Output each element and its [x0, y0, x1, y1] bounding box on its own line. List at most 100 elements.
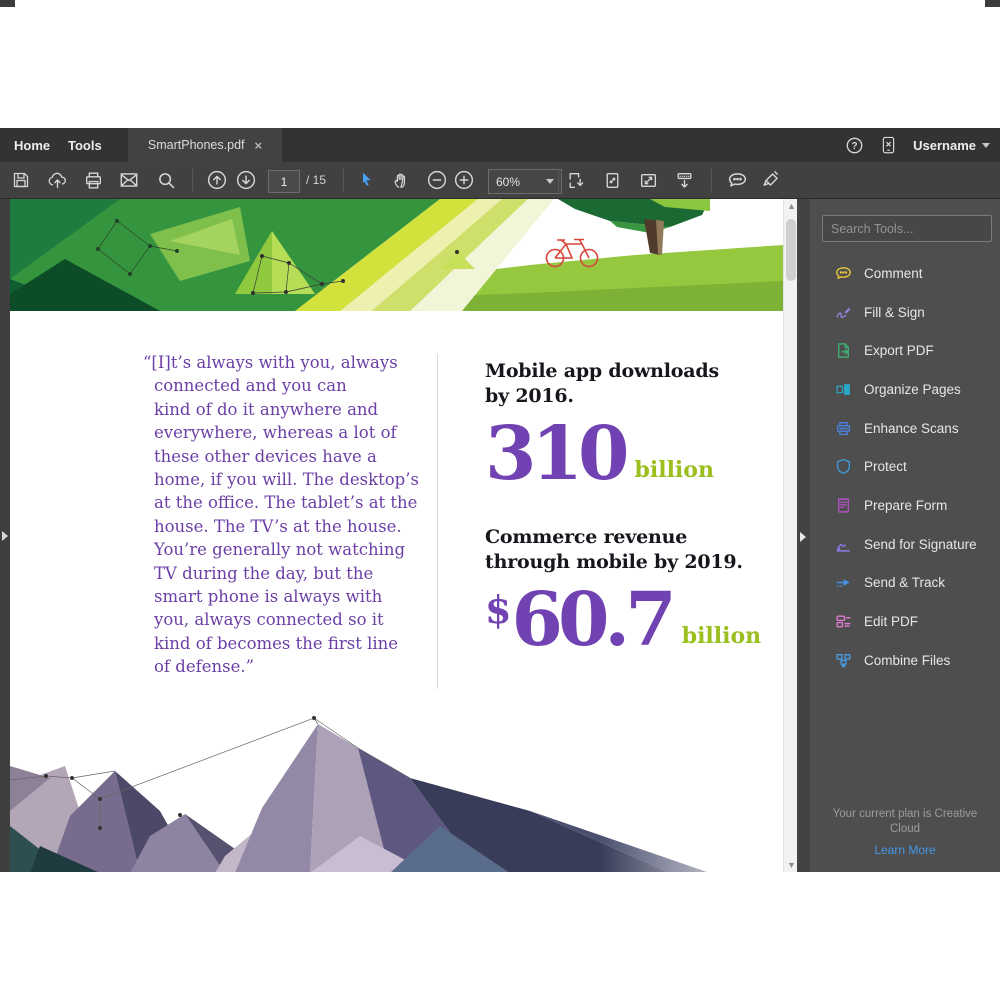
sidebar-tool-item[interactable]: Combine Files [810, 641, 1000, 680]
sidebar-tool-item[interactable]: Organize Pages [810, 370, 1000, 409]
scroll-up-icon[interactable]: ▲ [787, 202, 795, 210]
select-tool-button[interactable] [352, 166, 380, 194]
tab-tools[interactable]: Tools [68, 128, 102, 162]
search-tools-input[interactable] [822, 215, 992, 242]
tab-home-label: Home [14, 138, 50, 153]
find-button[interactable] [152, 166, 180, 194]
print-button[interactable] [79, 166, 107, 194]
zoom-in-button[interactable] [450, 166, 478, 194]
stat-heading: Mobile app downloads by 2016. [485, 359, 783, 409]
expand-left-panel-icon[interactable] [2, 531, 8, 541]
next-page-button[interactable] [232, 166, 260, 194]
sidebar-tool-item[interactable]: Prepare Form [810, 486, 1000, 525]
screenshot-root: Home Tools SmartPhones.pdf × ? [0, 0, 1000, 1000]
scrollbar-thumb[interactable] [786, 219, 796, 281]
fit-width-button[interactable] [670, 166, 698, 194]
cloud-upload-icon [47, 170, 68, 191]
zoom-level-dropdown[interactable]: 60% [488, 169, 562, 194]
sidebar-tool-label: Export PDF [864, 343, 934, 358]
left-panel-strip[interactable] [0, 199, 10, 872]
comment-icon [834, 264, 853, 283]
zoom-out-button[interactable] [423, 166, 451, 194]
acrobat-window: Home Tools SmartPhones.pdf × ? [0, 128, 1000, 872]
tab-bar: Home Tools SmartPhones.pdf × ? [0, 128, 1000, 162]
fit-width-icon [674, 170, 695, 191]
username-menu[interactable]: Username [913, 138, 990, 153]
document-viewport: “[I]t’s always with you, always connecte… [0, 199, 1000, 872]
svg-text:?: ? [852, 140, 858, 151]
sidebar-tool-item[interactable]: Comment [810, 254, 1000, 293]
mobile-device-icon [880, 135, 897, 156]
highlight-tool-button[interactable] [757, 166, 785, 194]
email-button[interactable] [115, 166, 143, 194]
edit-pdf-icon [834, 612, 853, 631]
main-toolbar: / 15 6 [0, 162, 1000, 199]
page-number-input[interactable] [268, 170, 300, 193]
organize-pages-icon [834, 380, 853, 399]
collapse-right-panel-icon[interactable] [800, 532, 806, 542]
stat-heading: Commerce revenue through mobile by 2019. [485, 525, 783, 575]
printer-icon [83, 170, 104, 191]
hand-icon [391, 170, 412, 191]
stat-unit: billion [682, 623, 761, 653]
sidebar-tool-item[interactable]: Export PDF [810, 331, 1000, 370]
sidebar-tool-item[interactable]: Send for Signature [810, 525, 1000, 564]
sidebar-tool-item[interactable]: Fill & Sign [810, 293, 1000, 332]
sidebar-tool-label: Edit PDF [864, 614, 918, 629]
help-button[interactable]: ? [845, 136, 864, 155]
sidebar-tool-item[interactable]: Send & Track [810, 564, 1000, 603]
sidebar-tool-label: Send for Signature [864, 537, 977, 552]
document-tab[interactable]: SmartPhones.pdf × [128, 128, 282, 162]
plan-status-text: Your current plan is Creative Cloud [820, 807, 990, 837]
save-icon [11, 170, 31, 190]
mobile-link-button[interactable] [880, 135, 897, 156]
fit-page-button[interactable] [598, 166, 626, 194]
page-count-label: / 15 [306, 173, 326, 187]
sidebar-tool-item[interactable]: Edit PDF [810, 602, 1000, 641]
zoom-out-icon [426, 169, 448, 191]
export-pdf-icon [834, 341, 853, 360]
save-button[interactable] [7, 166, 35, 194]
green-landscape-artwork [10, 199, 783, 311]
search-icon [156, 170, 177, 191]
cursor-arrow-icon [356, 170, 376, 190]
sidebar-tool-label: Send & Track [864, 575, 945, 590]
sidebar-tool-label: Fill & Sign [864, 305, 925, 320]
send-track-icon [834, 573, 853, 592]
comment-tool-button[interactable] [723, 166, 751, 194]
enhance-scans-icon [834, 419, 853, 438]
send-signature-icon [834, 535, 853, 554]
chevron-down-icon [546, 179, 554, 184]
learn-more-link[interactable]: Learn More [810, 843, 1000, 857]
previous-page-button[interactable] [203, 166, 231, 194]
tab-home[interactable]: Home [14, 128, 50, 162]
vertical-scrollbar[interactable]: ▲ ▼ [783, 199, 798, 872]
fill-sign-icon [834, 303, 853, 322]
right-panel-strip[interactable] [797, 199, 810, 872]
sidebar-tool-item[interactable]: Protect [810, 447, 1000, 486]
tools-list: Comment Fill & Sign Export PDF Organize … [810, 254, 1000, 680]
fullscreen-icon [638, 170, 659, 191]
zoom-in-icon [453, 169, 475, 191]
scroll-down-icon[interactable]: ▼ [787, 861, 795, 869]
column-divider [437, 354, 438, 689]
speech-bubble-icon [726, 169, 749, 192]
full-screen-button[interactable] [634, 166, 662, 194]
scrolling-mode-button[interactable] [562, 166, 590, 194]
stat-value: 310 [485, 423, 624, 487]
stat-block-revenue: Commerce revenue through mobile by 2019.… [485, 525, 783, 653]
zoom-level-value: 60% [496, 175, 520, 189]
toolbar-divider [558, 169, 559, 191]
share-cloud-button[interactable] [43, 166, 71, 194]
close-tab-icon[interactable]: × [255, 139, 263, 152]
envelope-icon [118, 169, 140, 191]
sidebar-tool-label: Organize Pages [864, 382, 961, 397]
currency-symbol: $ [485, 591, 511, 629]
sidebar-tool-item[interactable]: Enhance Scans [810, 409, 1000, 448]
stat-value: 60.7 [511, 589, 671, 653]
hand-tool-button[interactable] [387, 166, 415, 194]
pdf-page: “[I]t’s always with you, always connecte… [10, 199, 783, 872]
sidebar-tool-label: Combine Files [864, 653, 950, 668]
page-up-icon [206, 169, 228, 191]
combine-files-icon [834, 651, 853, 670]
